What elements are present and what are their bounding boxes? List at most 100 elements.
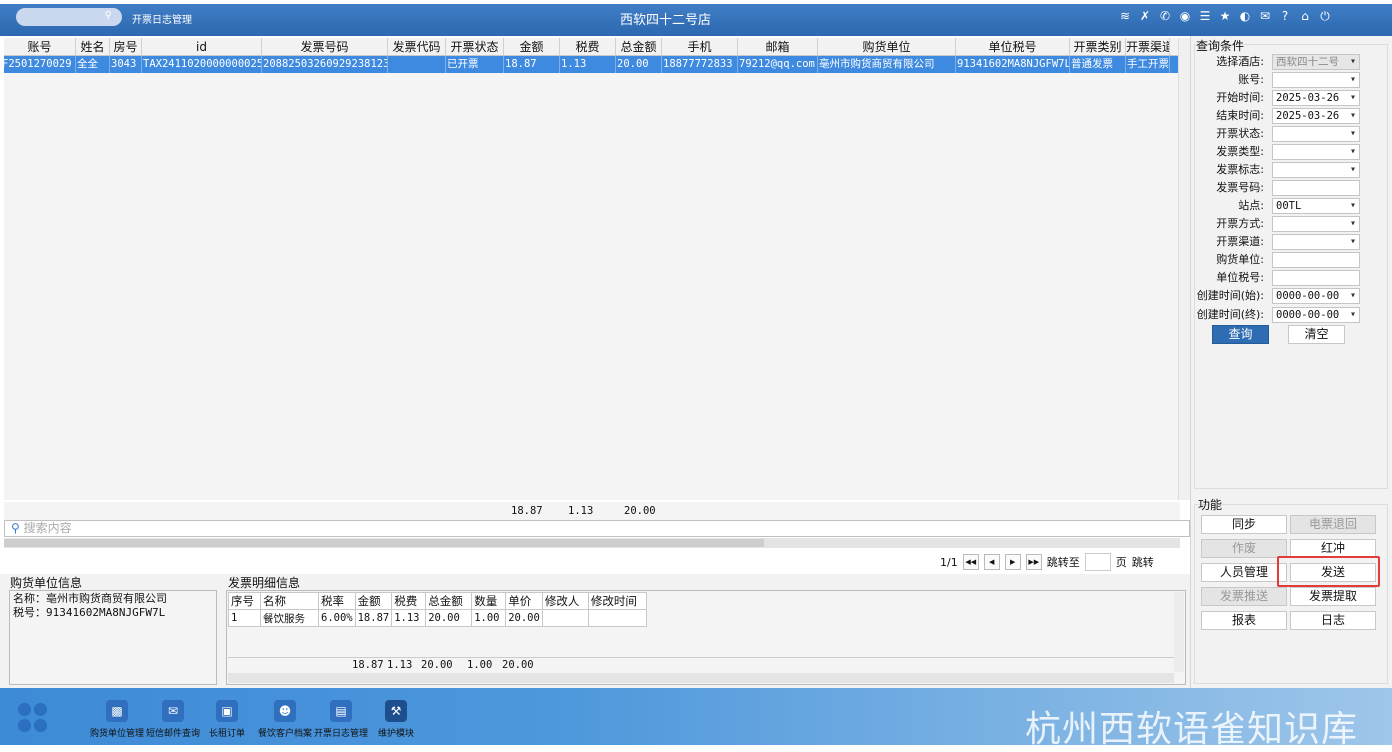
cell-email: 79212@qq.com xyxy=(738,56,818,73)
detail-cell xyxy=(587,609,647,627)
detail-vertical-scrollbar[interactable] xyxy=(1174,592,1184,672)
table-row[interactable]: F2501270029 全全 3043 TAX2411020000000025 … xyxy=(4,56,1180,73)
dock-invoice-log[interactable]: ▤ 开票日志管理 xyxy=(310,700,372,739)
prev-page-button[interactable]: ◀ xyxy=(983,554,1000,570)
tax-id-input[interactable] xyxy=(1272,270,1360,286)
send-highlight-box xyxy=(1277,556,1380,587)
tools-icon[interactable]: ✗ xyxy=(1138,9,1152,23)
col-header[interactable]: 总金额 xyxy=(616,38,662,55)
cell-channel: 手工开票 xyxy=(1126,56,1170,73)
palette-icon[interactable]: ◉ xyxy=(1178,9,1192,23)
label-station: 站点: xyxy=(1238,199,1264,212)
log-button[interactable]: 日志 xyxy=(1290,611,1376,630)
col-header[interactable]: 邮箱 xyxy=(738,38,818,55)
query-button[interactable]: 查询 xyxy=(1212,325,1269,344)
col-header[interactable]: 发票号码 xyxy=(262,38,388,55)
buyer-input[interactable] xyxy=(1272,252,1360,268)
page-input[interactable] xyxy=(1084,553,1111,571)
label-invoice-status: 开票状态: xyxy=(1216,127,1264,140)
total-sum: 20.00 xyxy=(624,505,656,517)
col-header[interactable]: 税费 xyxy=(560,38,616,55)
scroll-thumb[interactable] xyxy=(4,539,764,547)
col-header[interactable]: 账号 xyxy=(4,38,76,55)
dock-maintenance[interactable]: ⚒ 维护模块 xyxy=(365,700,427,739)
end-date-picker[interactable]: 2025-03-26 xyxy=(1272,108,1360,124)
staff-management-button[interactable]: 人员管理 xyxy=(1201,563,1287,582)
detail-col-header: 税率 xyxy=(318,592,356,610)
report-button[interactable]: 报表 xyxy=(1201,611,1287,630)
col-header[interactable]: 开票状态 xyxy=(446,38,504,55)
invoice-extract-button[interactable]: 发票提取 xyxy=(1290,587,1376,606)
content-search-input[interactable]: ⚲ 搜索内容 xyxy=(4,520,1190,537)
invoice-status-select[interactable] xyxy=(1272,126,1360,142)
label-tax-id: 单位税号: xyxy=(1216,271,1264,284)
account-select[interactable] xyxy=(1272,72,1360,88)
dock-buyer-management[interactable]: ▩ 购货单位管理 xyxy=(86,700,148,739)
dock-dining-customers[interactable]: ☻ 餐饮客户档案 xyxy=(254,700,316,739)
void-button[interactable]: 作废 xyxy=(1201,539,1287,558)
menu-icon[interactable]: ☰ xyxy=(1198,9,1212,23)
jump-label: 跳转至 xyxy=(1046,556,1080,569)
detail-col-header: 序号 xyxy=(228,592,261,610)
power-icon[interactable]: ⏻ xyxy=(1318,9,1332,23)
invoice-type-select[interactable] xyxy=(1272,144,1360,160)
col-header[interactable]: 购货单位 xyxy=(818,38,956,55)
detail-horizontal-scrollbar[interactable] xyxy=(228,673,1174,683)
wifi-icon[interactable]: ≋ xyxy=(1118,9,1132,23)
go-button[interactable]: 跳转 xyxy=(1132,554,1154,570)
help-icon[interactable]: ? xyxy=(1278,9,1292,23)
dock-label: 长租订单 xyxy=(208,729,245,739)
invoice-method-select[interactable] xyxy=(1272,216,1360,232)
invoice-push-button[interactable]: 发票推送 xyxy=(1201,587,1287,606)
first-page-button[interactable]: ◀◀ xyxy=(962,554,979,570)
buyer-name: 名称：亳州市购货商贸有限公司 xyxy=(13,592,167,605)
app-grid-icon[interactable] xyxy=(18,703,48,733)
col-header[interactable]: 单位税号 xyxy=(956,38,1070,55)
col-header[interactable]: 房号 xyxy=(110,38,142,55)
invoice-flag-select[interactable] xyxy=(1272,162,1360,178)
start-date-picker[interactable]: 2025-03-26 xyxy=(1272,90,1360,106)
station-select[interactable]: 00TL xyxy=(1272,198,1360,214)
grid-empty-area xyxy=(4,73,1180,500)
e-invoice-return-button[interactable]: 电票退回 xyxy=(1290,515,1376,534)
home-icon[interactable]: ⌂ xyxy=(1298,9,1312,23)
star-icon[interactable]: ★ xyxy=(1218,9,1232,23)
created-end-picker[interactable]: 0000-00-00 xyxy=(1272,307,1360,323)
grid-vertical-scrollbar[interactable] xyxy=(1178,38,1190,500)
col-header[interactable]: 金额 xyxy=(504,38,560,55)
user-icon: ☻ xyxy=(274,700,296,722)
next-page-button[interactable]: ▶ xyxy=(1004,554,1021,570)
cell-id: TAX2411020000000025 xyxy=(142,56,262,73)
hotel-select[interactable]: 西软四十二号 xyxy=(1272,54,1360,70)
clear-button[interactable]: 清空 xyxy=(1288,325,1345,344)
sync-button[interactable]: 同步 xyxy=(1201,515,1287,534)
dock-sms-email-query[interactable]: ✉ 短信邮件查询 xyxy=(142,700,204,739)
col-header[interactable]: 发票代码 xyxy=(388,38,446,55)
cell-total: 20.00 xyxy=(616,56,662,73)
dock-label: 维护模块 xyxy=(377,729,414,739)
col-header[interactable]: 开票渠道 xyxy=(1126,38,1170,55)
table-row[interactable]: 1 餐饮服务 6.00% 18.87 1.13 20.00 1.00 20.00 xyxy=(228,609,647,627)
detail-col-header: 总金额 xyxy=(425,592,473,610)
label-created-end: 创建时间(终): xyxy=(1196,308,1264,321)
created-start-picker[interactable]: 0000-00-00 xyxy=(1272,288,1360,304)
col-header[interactable]: id xyxy=(142,38,262,55)
col-header[interactable]: 姓名 xyxy=(76,38,110,55)
label-start-time: 开始时间: xyxy=(1216,91,1264,104)
page-unit: 页 xyxy=(1115,556,1127,569)
global-search[interactable]: ⚲ xyxy=(16,8,122,26)
cell-name: 全全 xyxy=(76,56,110,73)
theme-icon[interactable]: ◐ xyxy=(1238,9,1252,23)
detail-col-header: 单价 xyxy=(505,592,543,610)
last-page-button[interactable]: ▶▶ xyxy=(1025,554,1042,570)
wrench-icon: ⚒ xyxy=(385,700,407,722)
buyer-info-box: 名称：亳州市购货商贸有限公司 税号：91341602MA8NJGFW7L xyxy=(9,590,217,685)
invoice-channel-select[interactable] xyxy=(1272,234,1360,250)
grid-horizontal-scrollbar[interactable] xyxy=(4,538,1180,548)
phone-icon[interactable]: ✆ xyxy=(1158,9,1172,23)
invoice-no-input[interactable] xyxy=(1272,180,1360,196)
col-header[interactable]: 手机 xyxy=(662,38,738,55)
mail-icon[interactable]: ✉ xyxy=(1258,9,1272,23)
col-header[interactable]: 开票类别 xyxy=(1070,38,1126,55)
dock-long-rent-orders[interactable]: ▣ 长租订单 xyxy=(196,700,258,739)
